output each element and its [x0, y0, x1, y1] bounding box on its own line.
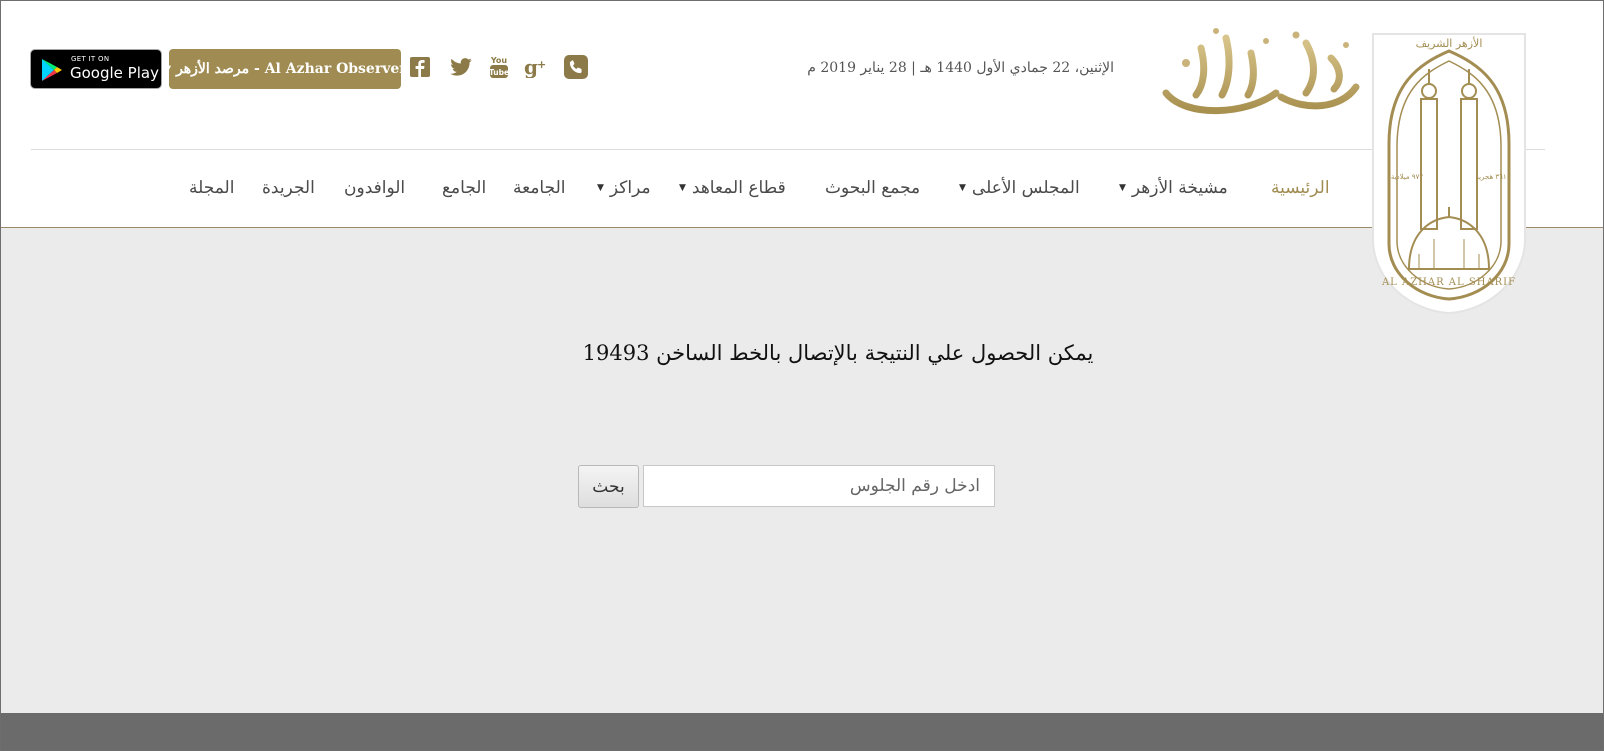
svg-text:+: + — [537, 58, 546, 71]
nav-item-label: الوافدون — [344, 178, 406, 198]
twitter-icon[interactable] — [450, 54, 472, 80]
caret-down-icon: ▼ — [959, 183, 966, 193]
nav-item-magazine[interactable]: المجلة — [189, 175, 234, 201]
site-header: GET IT ON Google Play ▼ مرصد الأزهر - Al… — [1, 1, 1603, 228]
caret-down-icon: ▼ — [1119, 183, 1126, 193]
svg-text:You: You — [490, 56, 508, 65]
nav-item-label: قطاع المعاهد — [691, 178, 786, 198]
nav-item-home[interactable]: الرئيسية — [1271, 175, 1330, 201]
nav-item-university[interactable]: الجامعة — [513, 175, 565, 201]
nav-item-institutes[interactable]: ▼ قطاع المعاهد — [679, 175, 786, 201]
nav-item-research-academy[interactable]: مجمع البحوث — [825, 175, 920, 201]
footer-bar — [1, 713, 1603, 750]
phone-icon[interactable] — [564, 54, 588, 80]
emblem-year-right: ٩٧٢ ميلادية — [1391, 173, 1424, 181]
observer-dropdown-button[interactable]: ▼ مرصد الأزهر - Al Azhar Observer — [163, 49, 407, 89]
search-button[interactable]: بحث — [578, 465, 639, 508]
nav-item-expatriates[interactable]: الوافدون — [344, 175, 405, 201]
nav-item-label: الجريدة — [262, 178, 315, 198]
google-play-icon — [42, 59, 62, 81]
emblem-arabic-text: الأزهر الشريف — [1416, 36, 1483, 50]
hotline-info-text: يمكن الحصول علي النتيجة بالإتصال بالخط ا… — [582, 341, 1094, 365]
al-azhar-emblem-logo[interactable]: الأزهر الشريف ٩٧٢ ميلادية ٣٦١ هجرية AL A… — [1369, 29, 1529, 319]
page-frame: GET IT ON Google Play ▼ مرصد الأزهر - Al… — [0, 0, 1604, 751]
nav-item-label: مراكز — [609, 178, 651, 198]
nav-item-label: المجلس الأعلى — [971, 178, 1080, 198]
header-divider — [31, 149, 1545, 150]
caret-down-icon: ▼ — [163, 63, 172, 75]
seat-number-input[interactable] — [643, 465, 995, 507]
nav-item-label: الجامعة — [513, 178, 566, 198]
site-logo-wordmark[interactable] — [1156, 23, 1366, 118]
google-plus-icon[interactable]: g + — [524, 54, 548, 80]
google-play-badge[interactable]: GET IT ON Google Play — [30, 49, 162, 89]
nav-item-newspaper[interactable]: الجريدة — [262, 175, 315, 201]
svg-text:g: g — [524, 56, 538, 78]
caret-down-icon: ▼ — [679, 183, 686, 193]
observer-label: مرصد الأزهر - Al Azhar Observer — [176, 61, 407, 77]
svg-text:Tube: Tube — [489, 68, 509, 77]
nav-item-mashyakha[interactable]: ▼ مشيخة الأزهر — [1119, 175, 1228, 201]
header-date: الإثنين، 22 جمادي الأول 1440 هـ | 28 ينا… — [807, 60, 1114, 76]
nav-item-label: مجمع البحوث — [825, 178, 921, 198]
google-play-small-text: GET IT ON — [71, 55, 110, 63]
nav-item-centers[interactable]: ▼ مراكز — [597, 175, 651, 201]
nav-item-label: الرئيسية — [1271, 178, 1330, 198]
nav-item-label: المجلة — [189, 178, 235, 198]
caret-down-icon: ▼ — [597, 183, 604, 193]
emblem-latin-text: AL AZHAR AL SHARIF — [1381, 277, 1516, 288]
youtube-icon[interactable]: You Tube — [488, 54, 510, 80]
nav-item-label: مشيخة الأزهر — [1131, 178, 1228, 198]
emblem-year-left: ٣٦١ هجرية — [1475, 173, 1506, 181]
nav-item-mosque[interactable]: الجامع — [442, 175, 486, 201]
nav-item-label: الجامع — [442, 178, 487, 198]
google-play-text: Google Play — [70, 64, 159, 82]
nav-item-supreme-council[interactable]: ▼ المجلس الأعلى — [959, 175, 1080, 201]
facebook-icon[interactable] — [410, 54, 430, 80]
